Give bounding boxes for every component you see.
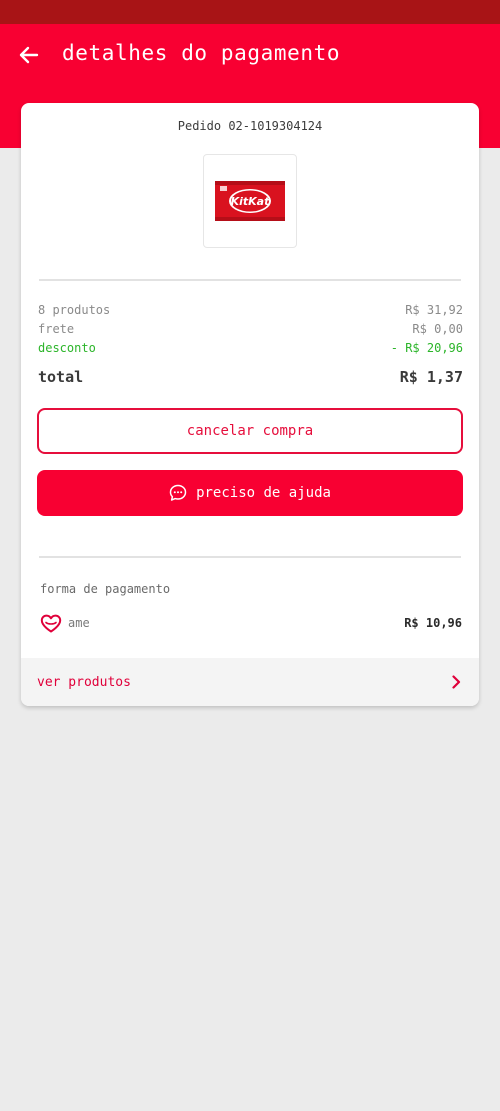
page-title: detalhes do pagamento: [62, 41, 341, 65]
total-label: total: [38, 368, 84, 386]
divider: [39, 556, 461, 558]
discount-label: desconto: [38, 341, 96, 355]
view-products-link[interactable]: ver produtos: [21, 658, 479, 706]
products-value: R$ 31,92: [405, 303, 463, 317]
total-value: R$ 1,37: [399, 368, 463, 386]
shipping-label: frete: [38, 322, 75, 336]
summary-total-row: total R$ 1,37: [38, 368, 463, 386]
order-id: Pedido 02-1019304124: [177, 119, 323, 133]
heart-icon: [40, 614, 62, 632]
need-help-label: preciso de ajuda: [196, 485, 331, 501]
payment-method-name: ame: [68, 616, 90, 630]
need-help-button[interactable]: preciso de ajuda: [37, 470, 463, 516]
cancel-purchase-button[interactable]: cancelar compra: [37, 408, 463, 454]
payment-method: ame: [40, 614, 90, 633]
divider: [39, 279, 461, 281]
discount-value: - R$ 20,96: [390, 341, 463, 355]
product-thumbnail[interactable]: KitKat: [203, 154, 297, 248]
payment-method-row: ame R$ 10,96: [40, 611, 462, 635]
kitkat-product-image: KitKat: [215, 181, 285, 221]
chevron-right-icon: [452, 675, 461, 689]
arrow-left-icon: [19, 46, 39, 64]
products-label: 8 produtos: [38, 303, 111, 317]
payment-details-card: Pedido 02-1019304124 KitKat 8 produtos R…: [21, 103, 479, 706]
payment-amount: R$ 10,96: [404, 616, 462, 630]
payment-method-heading: forma de pagamento: [40, 582, 171, 596]
shipping-value: R$ 0,00: [412, 322, 463, 336]
view-products-label: ver produtos: [37, 674, 131, 690]
summary-shipping-row: frete R$ 0,00: [38, 322, 463, 336]
chat-bubble-icon: [169, 484, 187, 501]
summary-discount-row: desconto - R$ 20,96: [38, 341, 463, 355]
svg-text:KitKat: KitKat: [231, 195, 270, 208]
cancel-purchase-label: cancelar compra: [186, 423, 314, 439]
status-bar: [0, 0, 500, 24]
summary-products-row: 8 produtos R$ 31,92: [38, 303, 463, 317]
back-button[interactable]: [14, 40, 44, 70]
